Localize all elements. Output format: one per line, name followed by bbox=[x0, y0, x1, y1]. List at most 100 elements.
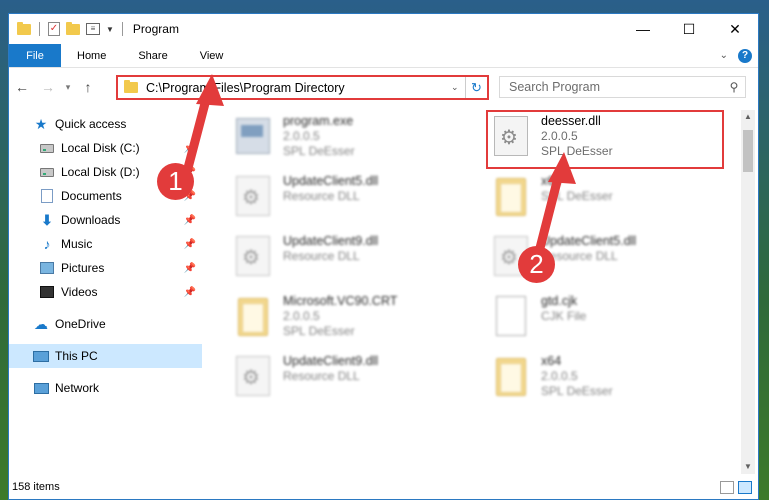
file-name: program.exe bbox=[283, 114, 354, 128]
sidebar-item-label: Local Disk (C:) bbox=[61, 141, 140, 155]
file-description: CJK File bbox=[541, 309, 587, 323]
window-title: Program bbox=[132, 22, 179, 36]
sidebar-item-quick-access[interactable]: ★ Quick access bbox=[9, 112, 202, 136]
folder-icon bbox=[17, 21, 31, 35]
search-box[interactable]: ⚲ bbox=[499, 76, 746, 98]
sidebar-item-videos[interactable]: Videos 📌 bbox=[9, 280, 202, 304]
documents-icon bbox=[41, 189, 53, 203]
tab-home[interactable]: Home bbox=[61, 44, 122, 67]
sidebar-item-label: Quick access bbox=[55, 117, 127, 131]
onedrive-icon: ☁ bbox=[34, 315, 48, 332]
file-item[interactable]: program.exe 2.0.0.5 SPL DeEsser bbox=[233, 112, 473, 168]
vertical-scrollbar[interactable]: ▲ ▼ bbox=[741, 110, 755, 474]
sidebar-item-onedrive[interactable]: ☁ OneDrive bbox=[9, 312, 202, 336]
file-name: UpdateClient9.dll bbox=[283, 234, 379, 248]
folder-icon bbox=[496, 178, 526, 216]
sidebar-item-pictures[interactable]: Pictures 📌 bbox=[9, 256, 202, 280]
file-item[interactable]: Microsoft.VC90.CRT 2.0.0.5 SPL DeEsser bbox=[233, 292, 473, 348]
search-icon[interactable]: ⚲ bbox=[723, 80, 745, 94]
address-bar[interactable]: C:\Program Files\Program Directory ⌄ ↻ bbox=[116, 75, 489, 100]
tab-file[interactable]: File bbox=[9, 44, 61, 67]
file-description: Resource DLL bbox=[283, 369, 360, 383]
view-switcher bbox=[720, 481, 752, 494]
back-arrow-icon[interactable]: ← bbox=[9, 79, 35, 95]
tab-share[interactable]: Share bbox=[122, 44, 183, 67]
file-name: x64 bbox=[541, 174, 562, 188]
folder-icon bbox=[496, 358, 526, 396]
file-name: x64 bbox=[541, 354, 562, 368]
file-version: 2.0.0.5 bbox=[541, 369, 578, 383]
item-count: 158 items bbox=[12, 481, 60, 493]
sidebar-item-label: Downloads bbox=[61, 213, 121, 227]
pin-icon: 📌 bbox=[183, 142, 196, 154]
drive-icon bbox=[40, 167, 54, 177]
search-input[interactable] bbox=[500, 77, 723, 97]
toolbar-dropdown-icon[interactable]: ▼ bbox=[106, 25, 114, 34]
sidebar-item-label: Local Disk (D:) bbox=[61, 165, 140, 179]
pin-icon: 📌 bbox=[183, 214, 196, 226]
details-view-icon[interactable] bbox=[720, 481, 734, 494]
sidebar-item-label: Videos bbox=[61, 285, 98, 299]
file-item[interactable]: UpdateClient9.dll Resource DLL bbox=[233, 232, 473, 288]
file-version: 2.0.0.5 bbox=[283, 309, 320, 323]
file-item[interactable]: x64 2.0.0.5 SPL DeEsser bbox=[491, 352, 731, 408]
up-arrow-icon[interactable]: ↑ bbox=[75, 79, 101, 95]
properties-check-icon[interactable]: ✓ bbox=[48, 22, 60, 36]
refresh-icon[interactable]: ↻ bbox=[465, 77, 487, 98]
file-item[interactable]: x64 SPL DeEsser bbox=[491, 172, 731, 228]
recent-locations-icon[interactable]: ▾ bbox=[61, 82, 75, 93]
scroll-up-icon[interactable]: ▲ bbox=[741, 110, 755, 124]
file-description: SPL DeEsser bbox=[283, 144, 355, 158]
navigation-bar: ← → ▾ ↑ C:\Program Files\Program Directo… bbox=[9, 70, 758, 104]
dll-icon bbox=[236, 236, 270, 276]
sidebar-item-label: Music bbox=[61, 237, 93, 251]
sidebar-item-label: OneDrive bbox=[55, 317, 106, 331]
window-controls: — ☐ ✕ bbox=[620, 14, 758, 44]
ribbon-tabs: File Home Share View ⌄ ? bbox=[9, 44, 758, 68]
minimize-button[interactable]: — bbox=[620, 14, 666, 44]
file-description: Resource DLL bbox=[283, 189, 360, 203]
close-button[interactable]: ✕ bbox=[712, 14, 758, 44]
toolbar-divider bbox=[39, 22, 40, 36]
sidebar-item-network[interactable]: Network bbox=[9, 376, 202, 400]
file-list: program.exe 2.0.0.5 SPL DeEsser deesser.… bbox=[221, 110, 741, 474]
forward-arrow-icon[interactable]: → bbox=[35, 79, 61, 95]
file-item[interactable]: UpdateClient5.dll Resource DLL bbox=[233, 172, 473, 228]
sidebar-item-downloads[interactable]: ⬇ Downloads 📌 bbox=[9, 208, 202, 232]
scroll-down-icon[interactable]: ▼ bbox=[741, 460, 755, 474]
file-description: SPL DeEsser bbox=[283, 324, 355, 338]
pin-icon: 📌 bbox=[183, 238, 196, 250]
sidebar-item-local-disk-c[interactable]: Local Disk (C:) 📌 bbox=[9, 136, 202, 160]
file-name: UpdateClient9.dll bbox=[283, 354, 379, 368]
sidebar-item-music[interactable]: ♪ Music 📌 bbox=[9, 232, 202, 256]
star-icon: ★ bbox=[34, 115, 48, 132]
address-dropdown-icon[interactable]: ⌄ bbox=[451, 82, 465, 93]
file-name: gtd.cjk bbox=[541, 294, 578, 308]
file-name: UpdateClient5.dll bbox=[283, 174, 379, 188]
sidebar-item-label: Documents bbox=[61, 189, 122, 203]
file-version: 2.0.0.5 bbox=[283, 129, 320, 143]
dll-icon bbox=[236, 176, 270, 216]
scroll-thumb[interactable] bbox=[743, 130, 753, 172]
pin-icon: 📌 bbox=[183, 262, 196, 274]
sidebar-item-label: Pictures bbox=[61, 261, 105, 275]
file-description: SPL DeEsser bbox=[541, 189, 613, 203]
music-icon: ♪ bbox=[43, 236, 51, 252]
this-pc-icon bbox=[33, 350, 49, 362]
file-item[interactable]: UpdateClient9.dll Resource DLL bbox=[233, 352, 473, 408]
address-path[interactable]: C:\Program Files\Program Directory bbox=[146, 81, 451, 95]
large-icons-view-icon[interactable] bbox=[738, 481, 752, 494]
expand-ribbon-icon[interactable]: ⌄ bbox=[720, 50, 728, 61]
videos-icon bbox=[40, 286, 54, 298]
new-folder-icon[interactable] bbox=[66, 21, 80, 35]
maximize-button[interactable]: ☐ bbox=[666, 14, 712, 44]
sidebar-item-this-pc[interactable]: This PC bbox=[9, 344, 202, 368]
file-item[interactable]: gtd.cjk CJK File bbox=[491, 292, 731, 348]
help-icon[interactable]: ? bbox=[738, 48, 752, 63]
tab-view[interactable]: View bbox=[184, 44, 240, 67]
customize-toolbar-icon[interactable]: ≡ bbox=[86, 23, 100, 35]
network-icon bbox=[33, 382, 49, 394]
folder-icon bbox=[238, 298, 268, 336]
highlight-box bbox=[486, 110, 724, 169]
pictures-icon bbox=[40, 262, 54, 274]
